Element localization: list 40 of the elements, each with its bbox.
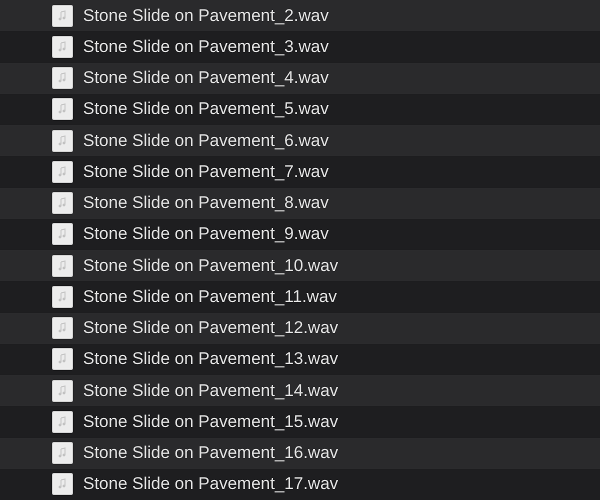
- audio-file-icon: [52, 410, 73, 433]
- file-name: Stone Slide on Pavement_13.wav: [83, 349, 338, 370]
- file-row[interactable]: Stone Slide on Pavement_10.wav: [0, 250, 600, 282]
- audio-file-icon: [52, 160, 73, 183]
- file-name: Stone Slide on Pavement_6.wav: [83, 130, 329, 151]
- audio-file-icon: [52, 348, 73, 370]
- file-row[interactable]: Stone Slide on Pavement_2.wav: [0, 0, 600, 32]
- audio-file-icon: [52, 254, 73, 277]
- file-name: Stone Slide on Pavement_14.wav: [83, 380, 338, 401]
- audio-file-icon: [52, 442, 73, 464]
- audio-file-icon: [52, 67, 73, 90]
- audio-file-icon: [52, 380, 73, 402]
- audio-file-icon: [52, 192, 73, 214]
- audio-file-icon: [52, 286, 73, 308]
- file-row[interactable]: Stone Slide on Pavement_16.wav: [0, 438, 600, 469]
- file-name: Stone Slide on Pavement_16.wav: [83, 443, 338, 464]
- file-name: Stone Slide on Pavement_5.wav: [83, 99, 329, 120]
- audio-file-icon: [52, 473, 73, 496]
- file-name: Stone Slide on Pavement_8.wav: [83, 193, 329, 214]
- file-name: Stone Slide on Pavement_17.wav: [83, 474, 338, 494]
- file-row[interactable]: Stone Slide on Pavement_14.wav: [0, 375, 600, 406]
- file-name: Stone Slide on Pavement_12.wav: [83, 318, 338, 338]
- audio-file-icon: [52, 98, 73, 120]
- file-name: Stone Slide on Pavement_15.wav: [83, 412, 338, 432]
- audio-file-icon: [52, 36, 73, 58]
- file-row[interactable]: Stone Slide on Pavement_8.wav: [0, 188, 600, 219]
- file-name: Stone Slide on Pavement_4.wav: [83, 68, 329, 88]
- file-row[interactable]: Stone Slide on Pavement_12.wav: [0, 312, 600, 344]
- file-name: Stone Slide on Pavement_7.wav: [83, 162, 329, 182]
- file-name: Stone Slide on Pavement_9.wav: [83, 224, 329, 244]
- file-name: Stone Slide on Pavement_10.wav: [83, 256, 338, 276]
- file-row[interactable]: Stone Slide on Pavement_6.wav: [0, 125, 600, 156]
- audio-file-icon: [52, 317, 73, 340]
- file-name: Stone Slide on Pavement_2.wav: [83, 6, 329, 26]
- audio-file-icon: [52, 130, 73, 152]
- audio-file-icon: [52, 223, 73, 246]
- file-name: Stone Slide on Pavement_11.wav: [83, 286, 337, 307]
- file-name: Stone Slide on Pavement_3.wav: [83, 36, 329, 57]
- file-row[interactable]: Stone Slide on Pavement_4.wav: [0, 62, 600, 94]
- audio-file-icon: [52, 4, 73, 27]
